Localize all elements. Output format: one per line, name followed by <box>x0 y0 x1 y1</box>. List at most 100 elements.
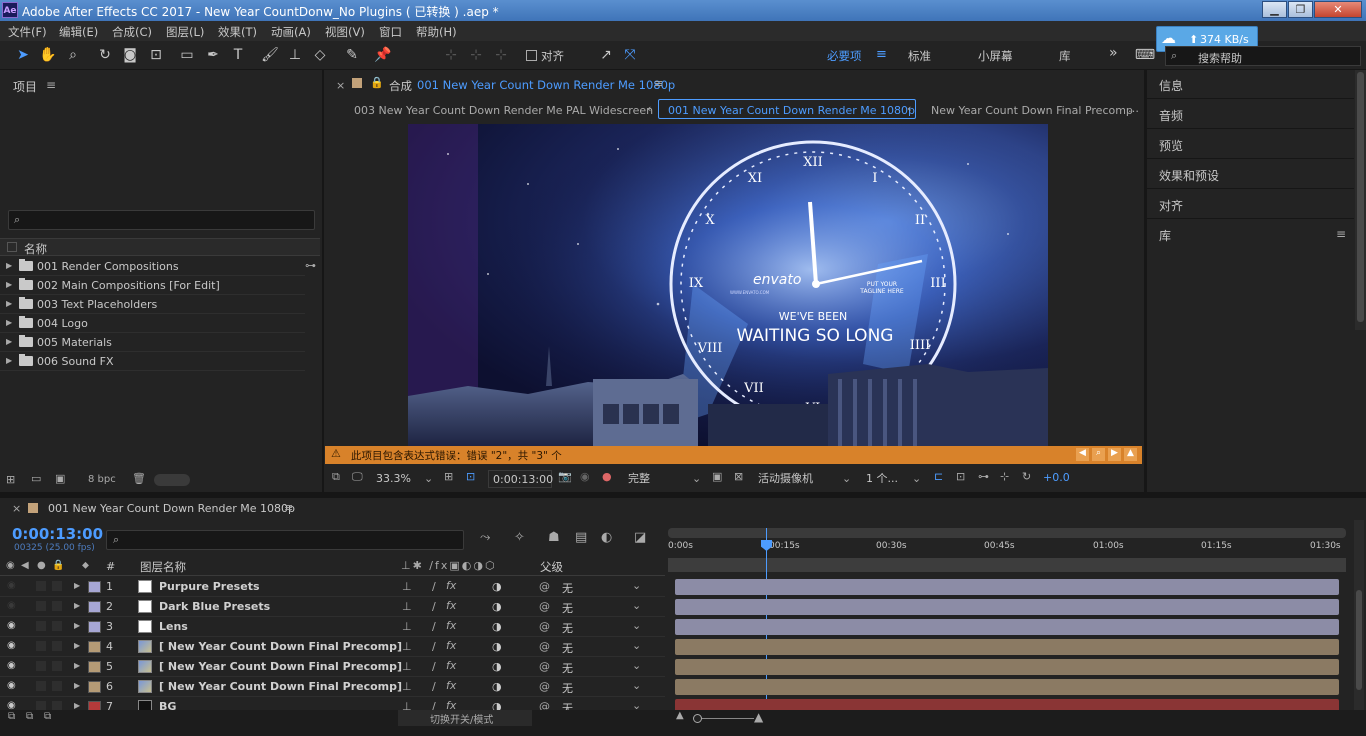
camera-dropdown[interactable]: 活动摄像机 ⌄ <box>754 470 856 488</box>
column-name[interactable]: 名称 <box>24 241 47 257</box>
label-column-icon[interactable]: ⬥ <box>82 560 89 571</box>
pickwhip-icon[interactable]: @ <box>539 580 550 593</box>
adjustment-switch-icon[interactable]: ◑ <box>492 620 502 633</box>
current-time-field[interactable]: 0:00:13:00 <box>488 470 553 488</box>
fx-switch-icon[interactable]: fx <box>446 639 456 652</box>
table-row[interactable]: ◉ ▶ 7 BG ⊥ ∕ fx ◑ @ 无 ⌄ <box>0 697 665 710</box>
layer-duration-bar[interactable] <box>675 679 1339 695</box>
lock-column-icon[interactable]: 🔒 <box>52 560 64 571</box>
reset-exposure-icon[interactable]: ↻ <box>1022 470 1031 483</box>
layer-name[interactable]: [ New Year Count Down Final Precomp] <box>159 660 402 673</box>
shy-layers-icon[interactable]: ☗ <box>548 530 560 545</box>
label-color-swatch[interactable] <box>88 601 101 613</box>
hand-tool-icon[interactable]: ✋ <box>37 45 59 65</box>
expand-arrow-icon[interactable]: ▶ <box>6 299 12 308</box>
eye-icon[interactable]: ◉ <box>7 620 16 631</box>
label-color-swatch[interactable] <box>88 661 101 673</box>
expand-arrow-icon[interactable]: ▶ <box>6 356 12 365</box>
solo-column-icon[interactable]: ● <box>37 560 46 571</box>
quality-switch-icon[interactable]: ∕ <box>432 580 436 593</box>
exposure-value[interactable]: +0.0 <box>1043 471 1070 484</box>
breadcrumb-precomp[interactable]: New Year Count Down Final Precomp <box>931 104 1133 117</box>
project-search-input[interactable]: ⌕ <box>8 210 315 230</box>
more-icon[interactable]: … <box>1128 102 1139 115</box>
layer-duration-bar[interactable] <box>675 619 1339 635</box>
motion-blur-icon[interactable]: ◐ <box>601 530 612 545</box>
shy-switch-icon[interactable]: ⊥ <box>402 640 412 653</box>
expand-arrow-icon[interactable]: ▶ <box>74 701 80 710</box>
camera-tool-icon[interactable]: ◙ <box>119 45 141 65</box>
region-of-interest-icon[interactable]: ⊡ <box>466 470 475 483</box>
solo-toggle[interactable] <box>36 641 46 651</box>
parent-select[interactable]: 无 <box>562 600 573 616</box>
brush-tool-icon[interactable]: 🖌 <box>259 45 281 65</box>
snapshot-icon[interactable]: 📷 <box>558 470 572 483</box>
rectangle-tool-icon[interactable]: ▭ <box>176 45 198 65</box>
timeline-icon[interactable]: ⊡ <box>956 470 965 483</box>
fx-switch-icon[interactable]: fx <box>446 679 456 692</box>
transfer-controls-icon[interactable]: ⧉ <box>26 711 33 722</box>
maximize-button[interactable]: ❐ <box>1288 1 1313 18</box>
lock-toggle[interactable] <box>52 581 62 591</box>
workspace-standard[interactable]: 标准 <box>908 48 931 64</box>
fx-switch-icon[interactable]: fx <box>446 699 456 710</box>
eye-icon[interactable]: ◉ <box>7 660 16 671</box>
fast-previews-icon[interactable]: ▣ <box>712 470 722 483</box>
zoom-dropdown[interactable]: 33.3% ⌄ <box>372 470 436 488</box>
timeline-search-input[interactable]: ⌕ <box>106 530 464 550</box>
expand-arrow-icon[interactable]: ▶ <box>74 601 80 610</box>
lock-toggle[interactable] <box>52 701 62 710</box>
new-composition-icon[interactable]: ▣ <box>55 472 65 485</box>
world-axis-icon[interactable]: ⊹ <box>465 45 487 65</box>
menu-file[interactable]: 文件(F) <box>8 24 47 40</box>
interpret-footage-icon[interactable]: ⊞ <box>6 473 15 486</box>
panel-effects-presets[interactable]: 效果和预设 <box>1159 167 1219 184</box>
layer-name[interactable]: Lens <box>159 620 188 633</box>
label-color-swatch[interactable] <box>88 641 101 653</box>
list-item[interactable]: ▶ 006 Sound FX <box>0 352 305 371</box>
in-out-icon[interactable]: ⧉ <box>44 711 51 722</box>
label-column-icon[interactable] <box>7 242 17 252</box>
eye-off-icon[interactable]: ◉ <box>7 580 16 591</box>
shy-switch-icon[interactable]: ⊥ <box>402 660 412 673</box>
shy-switch-icon[interactable]: ⊥ <box>402 700 412 710</box>
search-help-input[interactable]: ⌕ 搜索帮助 <box>1165 46 1361 66</box>
col-number[interactable]: # <box>106 560 115 573</box>
layer-duration-bar[interactable] <box>675 579 1339 595</box>
lock-toggle[interactable] <box>52 681 62 691</box>
list-item[interactable]: ▶ 003 Text Placeholders <box>0 295 305 314</box>
expand-arrow-icon[interactable]: ▶ <box>6 318 12 327</box>
minimize-button[interactable]: ▁ <box>1262 1 1287 18</box>
lock-toggle[interactable] <box>52 661 62 671</box>
quality-switch-icon[interactable]: ∕ <box>432 660 436 673</box>
col-layer-name[interactable]: 图层名称 <box>140 559 186 575</box>
layer-duration-bar[interactable] <box>675 699 1339 710</box>
composition-viewer[interactable]: XII I II III IIII V VI VII VIII IX X XI … <box>408 124 1048 448</box>
adjustment-switch-icon[interactable]: ◑ <box>492 680 502 693</box>
menu-edit[interactable]: 编辑(E) <box>59 24 98 40</box>
snapping-icon[interactable]: ↗ <box>595 45 617 65</box>
pickwhip-icon[interactable]: @ <box>539 680 550 693</box>
expand-arrow-icon[interactable]: ▶ <box>6 280 12 289</box>
parent-select[interactable]: 无 <box>562 640 573 656</box>
current-time-display[interactable]: 0:00:13:00 <box>12 525 103 543</box>
menu-effect[interactable]: 效果(T) <box>218 24 257 40</box>
composition-mini-flowchart-icon[interactable]: ⤳ <box>480 530 490 545</box>
solo-toggle[interactable] <box>36 601 46 611</box>
workspace-menu-icon[interactable]: ≡ <box>876 47 887 62</box>
timeline-scrollbar[interactable] <box>1354 520 1364 710</box>
rotate-tool-icon[interactable]: ↻ <box>94 45 116 65</box>
expand-arrow-icon[interactable]: ▶ <box>74 621 80 630</box>
breadcrumb-pal[interactable]: 003 New Year Count Down Render Me PAL Wi… <box>354 104 653 117</box>
always-preview-icon[interactable]: ⧉ <box>332 470 340 484</box>
new-folder-icon[interactable]: ▭ <box>31 472 41 485</box>
quality-switch-icon[interactable]: ∕ <box>432 620 436 633</box>
menu-animation[interactable]: 动画(A) <box>271 24 311 40</box>
view-axis-icon[interactable]: ⊹ <box>490 45 512 65</box>
panel-library[interactable]: 库 <box>1159 227 1171 244</box>
parent-select[interactable]: 无 <box>562 700 573 710</box>
close-tab-icon[interactable]: × <box>12 502 21 515</box>
zoom-in-icon[interactable]: ▲ <box>754 710 763 724</box>
resolution-dropdown[interactable]: 完整 ⌄ <box>624 470 706 488</box>
work-area-range[interactable] <box>668 558 1346 572</box>
